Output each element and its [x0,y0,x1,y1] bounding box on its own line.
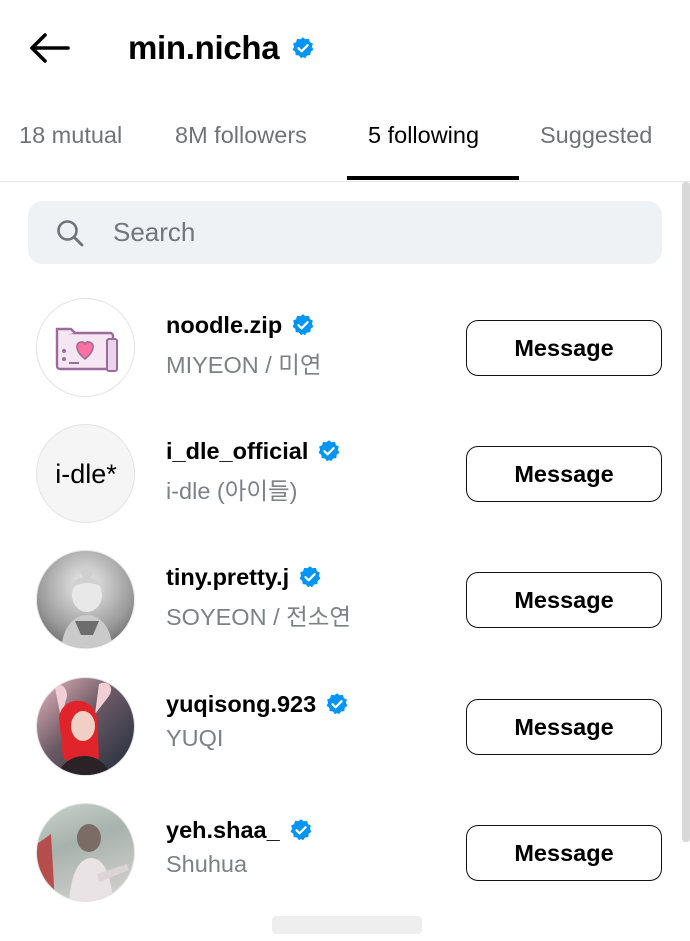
tab-following[interactable]: 5 following [368,122,479,149]
search-icon [57,219,84,246]
list-item[interactable]: noodle.zip MIYEON / 미연 Message [0,298,690,418]
avatar[interactable] [36,298,135,397]
avatar[interactable] [36,677,135,776]
full-name: Shuhua [166,851,248,877]
list-item[interactable]: yuqisong.923 YUQI Message [0,677,690,797]
avatar[interactable]: i-dle* [36,424,135,523]
tab-bar: 18 mutual 8M followers 5 following Sugge… [0,112,690,182]
user-info: yeh.shaa_ Shuhua [166,815,313,878]
full-name: SOYEON / 전소연 [166,604,351,630]
message-button[interactable]: Message [466,446,662,502]
message-button[interactable]: Message [466,572,662,628]
user-info: noodle.zip MIYEON / 미연 [166,310,322,380]
username[interactable]: yuqisong.923 [166,691,316,718]
heart-card-avatar [55,327,118,372]
list-item[interactable]: i-dle* i_dle_official i-dle (아이들) Messag… [0,424,690,544]
avatar[interactable] [36,550,135,649]
username[interactable]: yeh.shaa_ [166,817,280,844]
profile-title: min.nicha [128,26,315,70]
user-info: tiny.pretty.j SOYEON / 전소연 [166,562,351,632]
list-item[interactable]: tiny.pretty.j SOYEON / 전소연 Message [0,550,690,670]
back-button[interactable] [26,26,72,70]
username[interactable]: noodle.zip [166,312,282,339]
search-input[interactable] [113,217,593,248]
user-info: yuqisong.923 YUQI [166,689,349,752]
verified-badge-icon [299,566,321,588]
portrait-avatar [61,568,113,648]
portrait-avatar [37,824,129,901]
verified-badge-icon [292,314,314,336]
user-info: i_dle_official i-dle (아이들) [166,436,341,506]
full-name: YUQI [166,725,224,751]
verified-badge-icon [326,693,348,715]
username[interactable]: tiny.pretty.j [166,564,289,591]
message-button[interactable]: Message [466,825,662,881]
arrow-left-icon [30,33,70,63]
username[interactable]: i_dle_official [166,438,308,465]
page-title: min.nicha [128,29,280,66]
home-indicator [272,916,422,934]
full-name: MIYEON / 미연 [166,352,322,378]
search-bar[interactable] [28,201,662,264]
list-item[interactable]: yeh.shaa_ Shuhua Message [0,803,690,923]
full-name: i-dle (아이들) [166,478,298,504]
top-bar: min.nicha [0,0,690,100]
portrait-avatar [55,682,112,775]
avatar[interactable] [36,803,135,902]
tab-followers[interactable]: 8M followers [175,122,307,149]
avatar-logo-text: i-dle* [55,459,117,489]
logo-avatar: i-dle* [55,459,117,489]
verified-badge-icon [318,440,340,462]
message-button[interactable]: Message [466,320,662,376]
tab-suggested[interactable]: Suggested [540,122,652,149]
tab-mutual[interactable]: 18 mutual [19,122,122,149]
verified-badge-icon [290,819,312,841]
verified-badge-icon [292,37,314,59]
active-tab-indicator [347,176,519,180]
message-button[interactable]: Message [466,699,662,755]
